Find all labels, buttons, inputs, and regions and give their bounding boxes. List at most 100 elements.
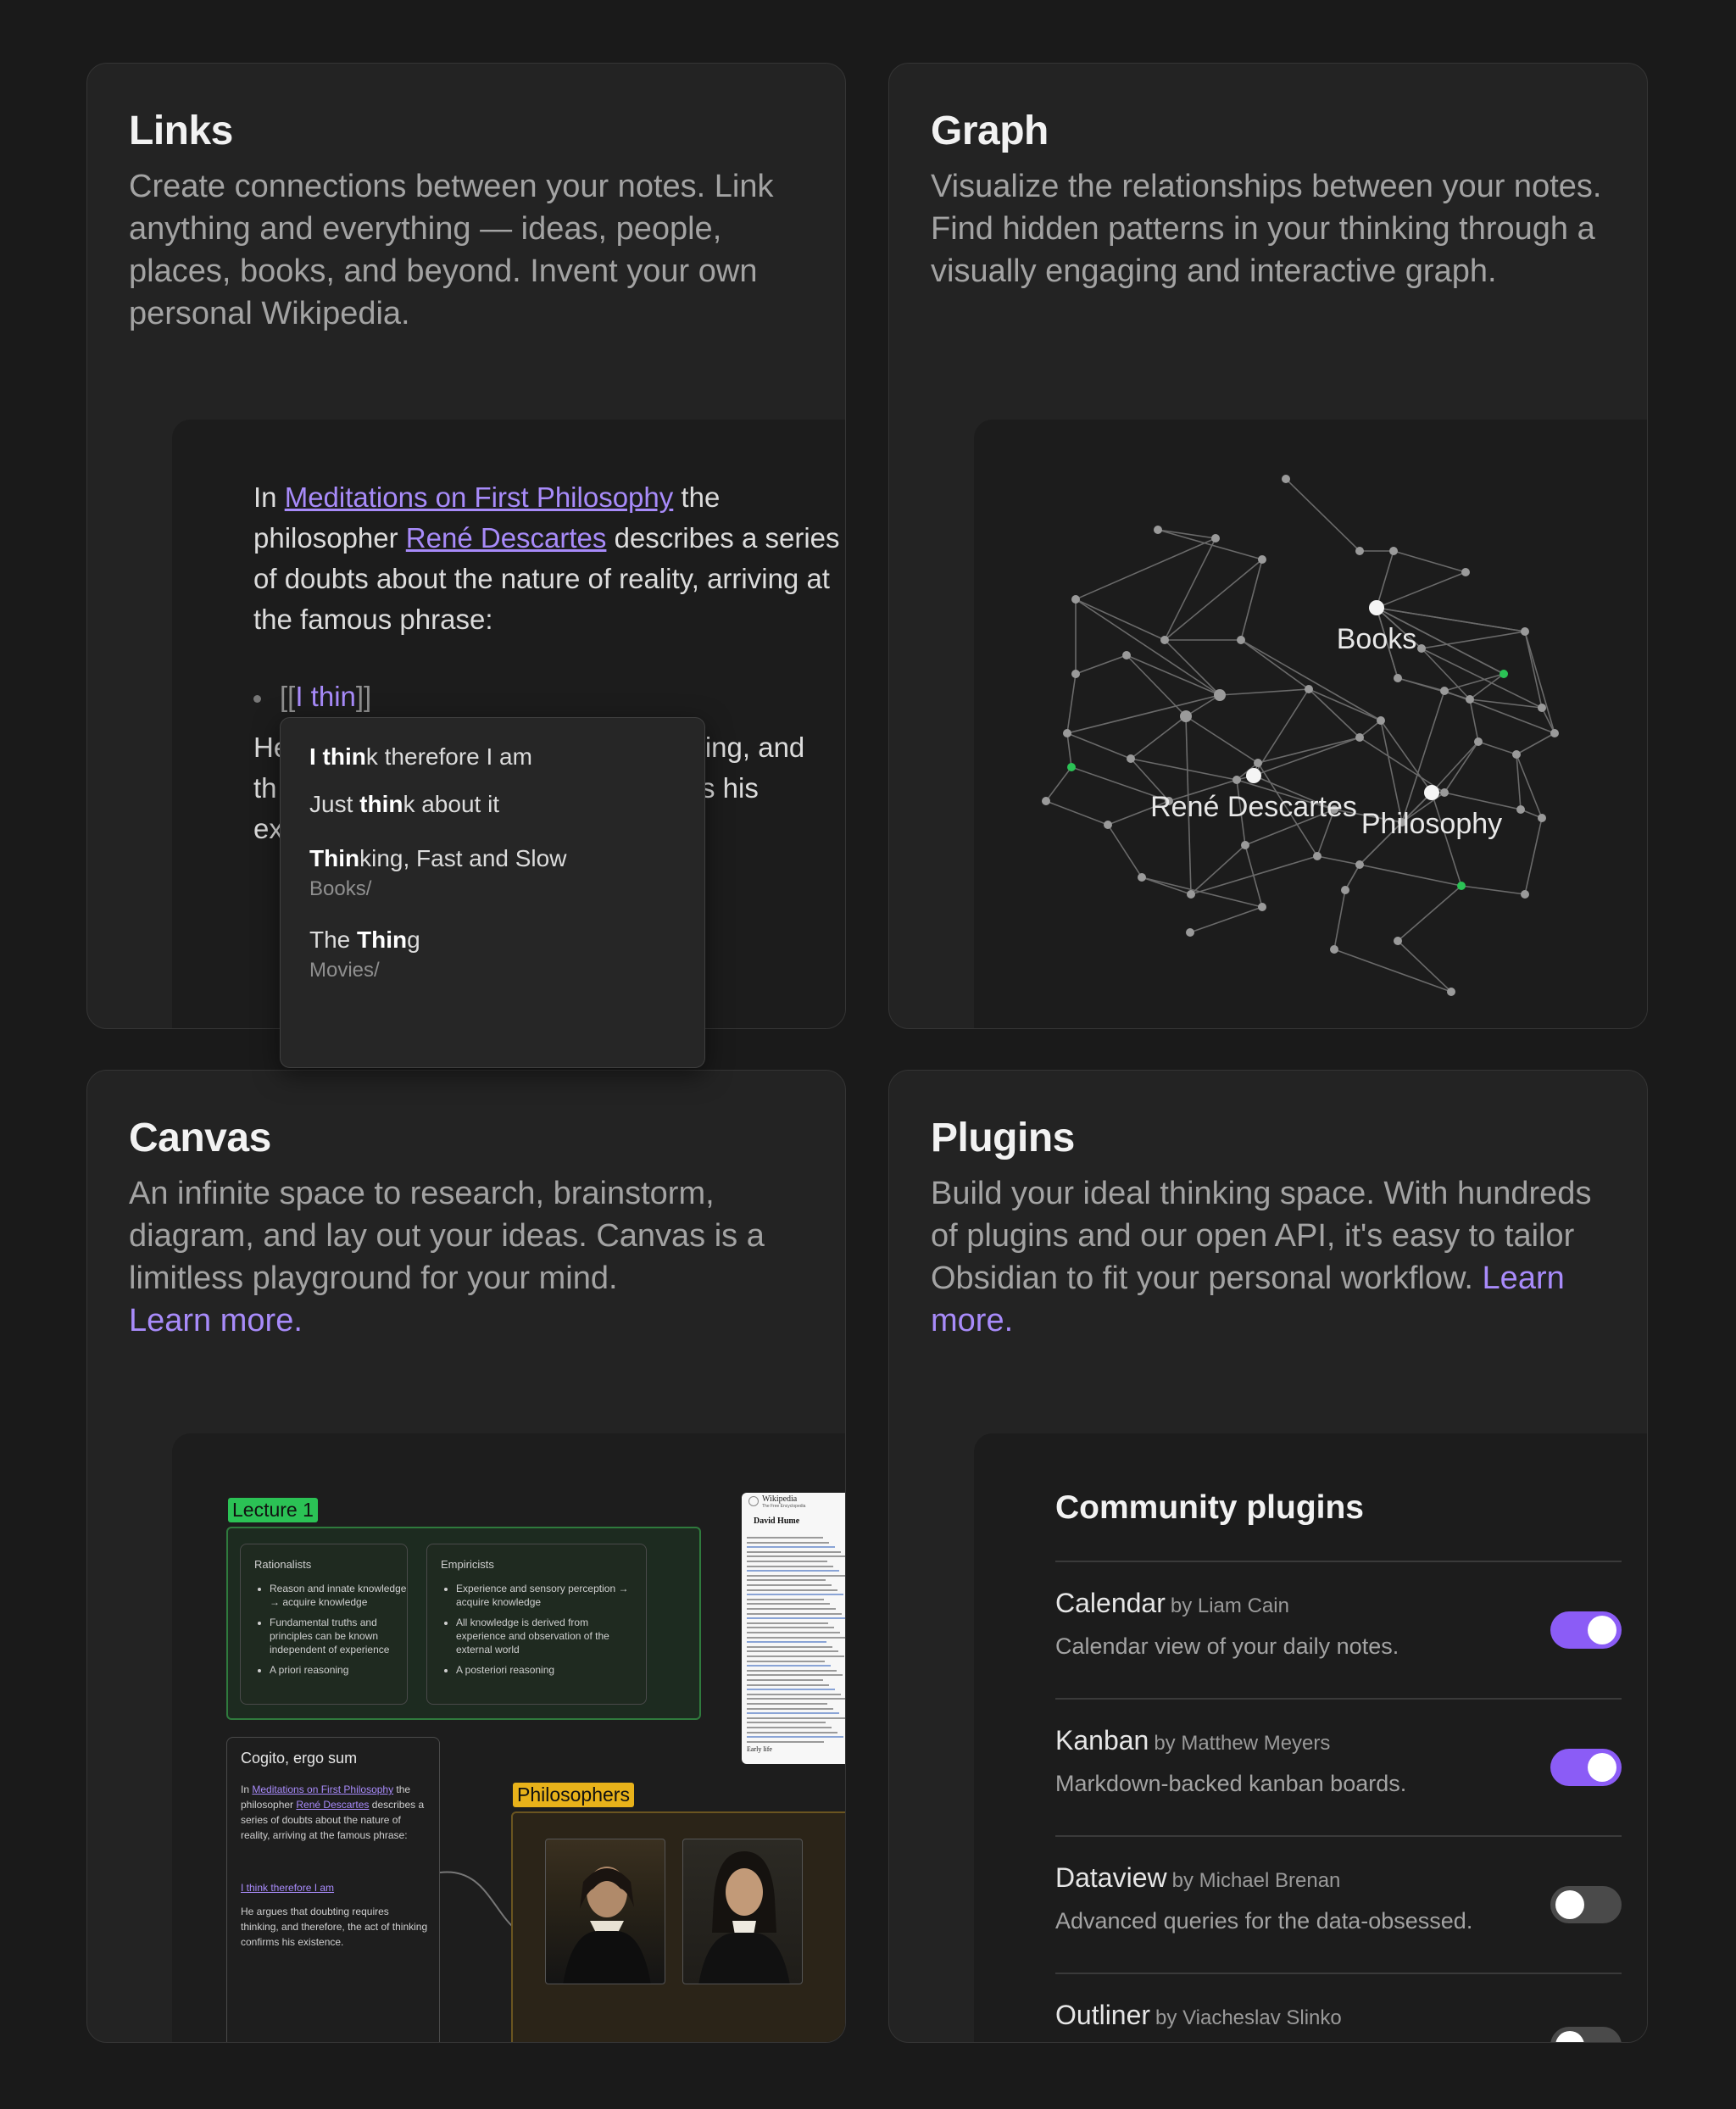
descartes-portrait[interactable]	[545, 1839, 665, 1984]
graph-node[interactable]	[1313, 852, 1321, 860]
plugin-name: Calendar by Liam Cain	[1055, 1588, 1289, 1619]
suggestion-item[interactable]: I think therefore I am	[309, 743, 532, 771]
graph-edge	[1469, 698, 1543, 709]
graph-node[interactable]	[1417, 644, 1426, 653]
graph-node[interactable]	[1389, 547, 1398, 555]
graph-node[interactable]	[1461, 568, 1470, 576]
graph-node[interactable]	[1500, 670, 1508, 678]
graph-edge	[1253, 737, 1360, 776]
graph-edge	[1164, 639, 1221, 696]
graph-node[interactable]	[1355, 733, 1364, 742]
graph-node[interactable]	[1512, 750, 1521, 759]
suggestion-item[interactable]: The Thing	[309, 927, 420, 954]
canvas-learn-more-link[interactable]: Learn more.	[129, 1303, 303, 1338]
graph-edge	[1359, 737, 1445, 793]
graph-node[interactable]	[1474, 737, 1483, 746]
graph-node[interactable]	[1550, 729, 1559, 737]
graph-node[interactable]	[1538, 814, 1546, 822]
graph-node[interactable]	[1521, 890, 1529, 899]
graph-node[interactable]	[1237, 636, 1245, 644]
graph-node[interactable]	[1282, 475, 1290, 483]
suggestion-item[interactable]: Just think about it	[309, 791, 499, 818]
canvas-description: An infinite space to research, brainstor…	[129, 1172, 824, 1342]
graph-node[interactable]	[1447, 988, 1455, 996]
graph-node-label: Philosophy	[1361, 808, 1502, 840]
graph-node[interactable]	[1063, 729, 1071, 737]
graph-node[interactable]	[1305, 685, 1313, 693]
graph-node[interactable]	[1067, 763, 1076, 771]
graph-node[interactable]	[1071, 670, 1080, 678]
graph-edge	[1444, 741, 1479, 793]
graph-node[interactable]	[1377, 716, 1385, 725]
links-description: Create connections between your notes. L…	[129, 169, 774, 331]
plugin-row-kanban[interactable]: Kanban by Matthew Meyers Markdown-backed …	[1055, 1698, 1622, 1835]
graph-node[interactable]	[1154, 526, 1162, 534]
graph-node[interactable]	[1330, 945, 1338, 954]
graph-node[interactable]	[1457, 882, 1466, 890]
graph-node[interactable]	[1355, 547, 1364, 555]
graph-edge	[1397, 885, 1462, 942]
graph-node[interactable]	[1394, 937, 1402, 945]
graph-node[interactable]	[1355, 860, 1364, 869]
graph-node[interactable]	[1214, 689, 1226, 701]
graph-node[interactable]	[1042, 797, 1050, 805]
graph-title: Graph	[931, 109, 1049, 153]
graph-edge	[1421, 648, 1543, 709]
graph-node[interactable]	[1071, 595, 1080, 604]
graph-edge	[1257, 737, 1360, 764]
canvas-preview[interactable]: Lecture 1 Rationalists Reason and innate…	[172, 1433, 845, 2042]
plugin-toggle-calendar[interactable]	[1550, 1611, 1622, 1649]
graph-node[interactable]	[1232, 776, 1241, 784]
graph-view[interactable]: Books René Descartes Philosophy	[974, 420, 1648, 1029]
plugin-description: Markdown-backed kanban boards.	[1055, 1771, 1407, 1796]
link-rene-descartes[interactable]: René Descartes	[406, 522, 607, 554]
graph-node[interactable]	[1241, 841, 1249, 849]
bracket-open: [[	[280, 681, 296, 712]
plugin-description: Calendar view of your daily notes.	[1055, 1633, 1399, 1659]
plugin-row-calendar[interactable]: Calendar by Liam Cain Calendar view of yo…	[1055, 1561, 1622, 1698]
graph-node-major[interactable]	[1369, 600, 1384, 615]
plugin-name: Outliner by Viacheslav Slinko	[1055, 2000, 1342, 2031]
graph-node-major[interactable]	[1246, 768, 1261, 783]
graph-node[interactable]	[1538, 704, 1546, 712]
graph-node[interactable]	[1254, 759, 1262, 767]
graph-node[interactable]	[1258, 903, 1266, 911]
graph-edge	[1516, 732, 1555, 755]
philosophers-group-label[interactable]: Philosophers	[513, 1783, 634, 1807]
graph-node[interactable]	[1138, 873, 1146, 882]
graph-node[interactable]	[1341, 886, 1349, 894]
philosophers-group[interactable]	[511, 1811, 845, 2042]
plugin-toggle-outliner[interactable]	[1550, 2027, 1622, 2042]
graph-node[interactable]	[1160, 636, 1169, 644]
plugin-toggle-kanban[interactable]	[1550, 1749, 1622, 1786]
graph-node-major[interactable]	[1424, 785, 1439, 800]
graph-node[interactable]	[1521, 627, 1529, 636]
graph-edge	[1066, 732, 1072, 768]
graph-node[interactable]	[1211, 534, 1220, 543]
graph-node[interactable]	[1258, 555, 1266, 564]
plugin-row-dataview[interactable]: Dataview by Michael Brenan Advanced queri…	[1055, 1835, 1622, 1973]
community-plugins-panel: Community plugins Calendar by Liam Cain C…	[974, 1433, 1647, 2042]
graph-edge	[1397, 940, 1452, 993]
link-suggestion-popup: I think therefore I am Just think about …	[280, 717, 705, 1068]
graph-node[interactable]	[1104, 821, 1112, 829]
graph-edge	[1075, 654, 1127, 675]
typing-bullet[interactable]: [[I thin]]	[253, 681, 371, 713]
plugin-toggle-dataview[interactable]	[1550, 1886, 1622, 1923]
graph-node[interactable]	[1122, 651, 1131, 659]
graph-node[interactable]	[1394, 674, 1402, 682]
suggestion-item[interactable]: Thinking, Fast and Slow	[309, 845, 566, 872]
plugin-row-outliner[interactable]: Outliner by Viacheslav Slinko	[1055, 1973, 1622, 2042]
spinoza-portrait[interactable]	[682, 1839, 803, 1984]
graph-node[interactable]	[1186, 928, 1194, 937]
graph-node[interactable]	[1440, 687, 1449, 695]
graph-edge	[1240, 639, 1310, 690]
graph-node[interactable]	[1516, 805, 1525, 814]
graph-node[interactable]	[1187, 890, 1195, 899]
graph-canvas[interactable]: Books René DescartesPhilosophy	[974, 420, 1648, 1029]
link-meditations[interactable]: Meditations on First Philosophy	[285, 481, 674, 513]
graph-node[interactable]	[1466, 695, 1474, 704]
graph-node[interactable]	[1127, 754, 1135, 763]
graph-node[interactable]	[1440, 788, 1449, 797]
graph-node[interactable]	[1180, 710, 1192, 722]
